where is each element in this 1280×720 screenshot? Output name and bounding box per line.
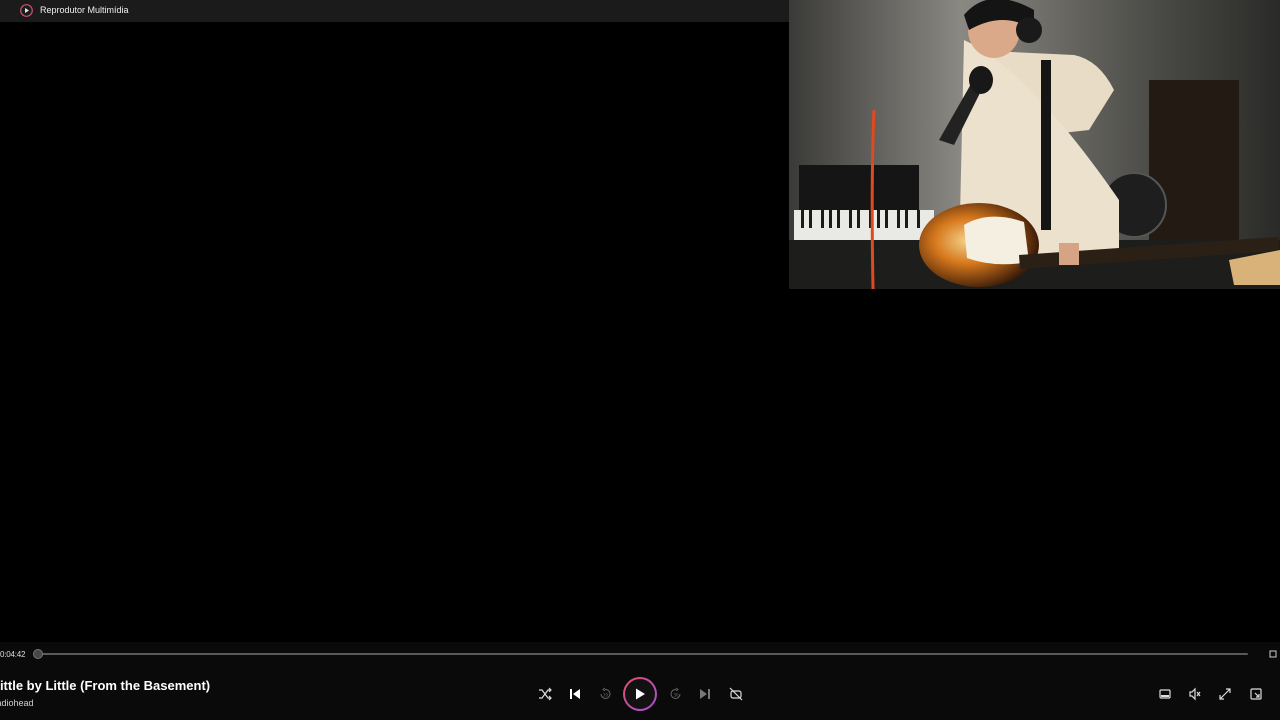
forward-30-icon: 30 bbox=[669, 687, 683, 701]
shuffle-button[interactable] bbox=[536, 685, 554, 703]
end-marker-icon bbox=[1268, 649, 1278, 659]
svg-text:10: 10 bbox=[603, 693, 609, 698]
track-title: Little by Little (From the Basement) bbox=[0, 678, 211, 693]
play-icon bbox=[633, 687, 647, 701]
miniplayer-icon bbox=[1158, 687, 1172, 701]
next-track-button[interactable] bbox=[696, 685, 714, 703]
repeat-icon bbox=[729, 687, 743, 701]
compact-overlay-icon bbox=[1249, 687, 1263, 701]
mute-icon bbox=[1188, 687, 1202, 701]
window-title: Reprodutor Multimídia bbox=[40, 5, 129, 15]
elapsed-time: 0:04:42 bbox=[0, 650, 26, 659]
track-artist: Radiohead bbox=[0, 698, 34, 708]
fullscreen-button[interactable] bbox=[1216, 685, 1234, 703]
seek-bar[interactable] bbox=[38, 653, 1248, 655]
transport-bar: 0:04:42 Little by Little (From the Basem… bbox=[0, 642, 1280, 720]
media-player-icon bbox=[20, 4, 33, 17]
previous-track-icon bbox=[568, 687, 582, 701]
svg-text:30: 30 bbox=[674, 693, 680, 698]
rewind-10-icon: 10 bbox=[598, 687, 612, 701]
rewind-10-button[interactable]: 10 bbox=[596, 685, 614, 703]
play-button[interactable] bbox=[623, 677, 657, 711]
miniplayer-button[interactable] bbox=[1156, 685, 1174, 703]
compact-overlay-button[interactable] bbox=[1247, 685, 1265, 703]
title-bar: Reprodutor Multimídia bbox=[0, 0, 790, 22]
fullscreen-icon bbox=[1218, 687, 1232, 701]
next-track-icon bbox=[698, 687, 712, 701]
video-frame bbox=[789, 0, 1280, 289]
mute-button[interactable] bbox=[1186, 685, 1204, 703]
forward-30-button[interactable]: 30 bbox=[667, 685, 685, 703]
seek-thumb[interactable] bbox=[33, 649, 43, 659]
previous-track-button[interactable] bbox=[566, 685, 584, 703]
shuffle-icon bbox=[538, 687, 552, 701]
play-button-inner bbox=[625, 679, 655, 709]
repeat-button[interactable] bbox=[727, 685, 745, 703]
